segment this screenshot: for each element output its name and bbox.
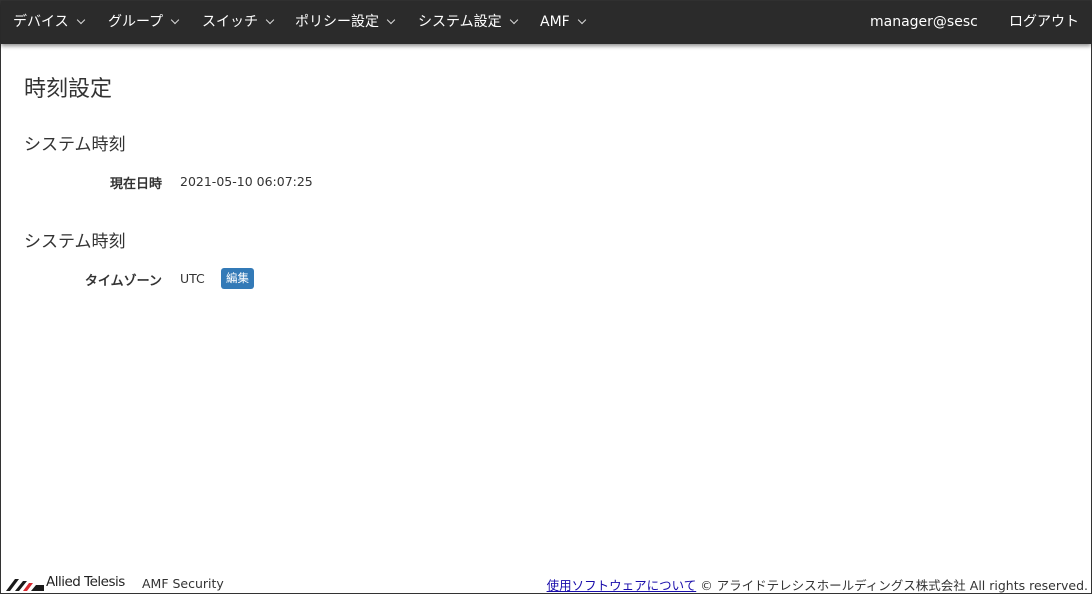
footer-right: 使用ソフトウェアについて © アライドテレシスホールディングス株式会社 All … xyxy=(547,575,1088,594)
nav-system-label: システム設定 xyxy=(418,14,502,30)
logout-link[interactable]: ログアウト xyxy=(1009,1,1079,44)
user-account[interactable]: manager@sesc xyxy=(870,1,978,44)
footer: Allied Telesis AMF Security 使用ソフトウェアについて… xyxy=(1,571,1091,593)
software-info-link[interactable]: 使用ソフトウェアについて xyxy=(547,578,697,593)
nav-system-menu[interactable]: システム設定 xyxy=(418,1,518,44)
nav-devices-label: デバイス xyxy=(13,14,69,30)
nav-groups-label: グループ xyxy=(108,14,164,30)
current-datetime-label: 現在日時 xyxy=(109,177,162,192)
timezone-label: タイムゾーン xyxy=(84,274,162,289)
top-navbar: デバイス グループ スイッチ ポリシー設定 システム設定 AMF manager… xyxy=(1,1,1091,44)
brand-name: Allied Telesis xyxy=(46,574,125,590)
allied-telesis-logo-icon xyxy=(6,576,44,595)
chevron-down-icon xyxy=(386,15,396,25)
nav-groups-menu[interactable]: グループ xyxy=(108,1,180,44)
section-title-system-time: システム時刻 xyxy=(24,135,126,155)
nav-policy-menu[interactable]: ポリシー設定 xyxy=(295,1,396,44)
current-datetime-value: 2021-05-10 06:07:25 xyxy=(180,174,313,189)
section-title-timezone: システム時刻 xyxy=(24,232,126,252)
chevron-down-icon xyxy=(577,15,586,25)
nav-devices-menu[interactable]: デバイス xyxy=(13,1,85,44)
nav-amf-label: AMF xyxy=(540,14,570,30)
page-title: 時刻設定 xyxy=(24,77,113,102)
chevron-down-icon xyxy=(509,15,518,25)
nav-policy-label: ポリシー設定 xyxy=(295,14,379,30)
product-name: AMF Security xyxy=(142,576,224,591)
chevron-down-icon xyxy=(265,15,275,25)
nav-switches-menu[interactable]: スイッチ xyxy=(202,1,275,44)
timezone-value: UTC xyxy=(180,271,205,286)
edit-timezone-button[interactable]: 編集 xyxy=(221,268,254,289)
copyright-text: © アライドテレシスホールディングス株式会社 All rights reserv… xyxy=(700,578,1088,593)
nav-switches-label: スイッチ xyxy=(202,14,258,30)
chevron-down-icon xyxy=(170,15,180,25)
nav-amf-menu[interactable]: AMF xyxy=(540,1,586,44)
chevron-down-icon xyxy=(76,15,85,25)
